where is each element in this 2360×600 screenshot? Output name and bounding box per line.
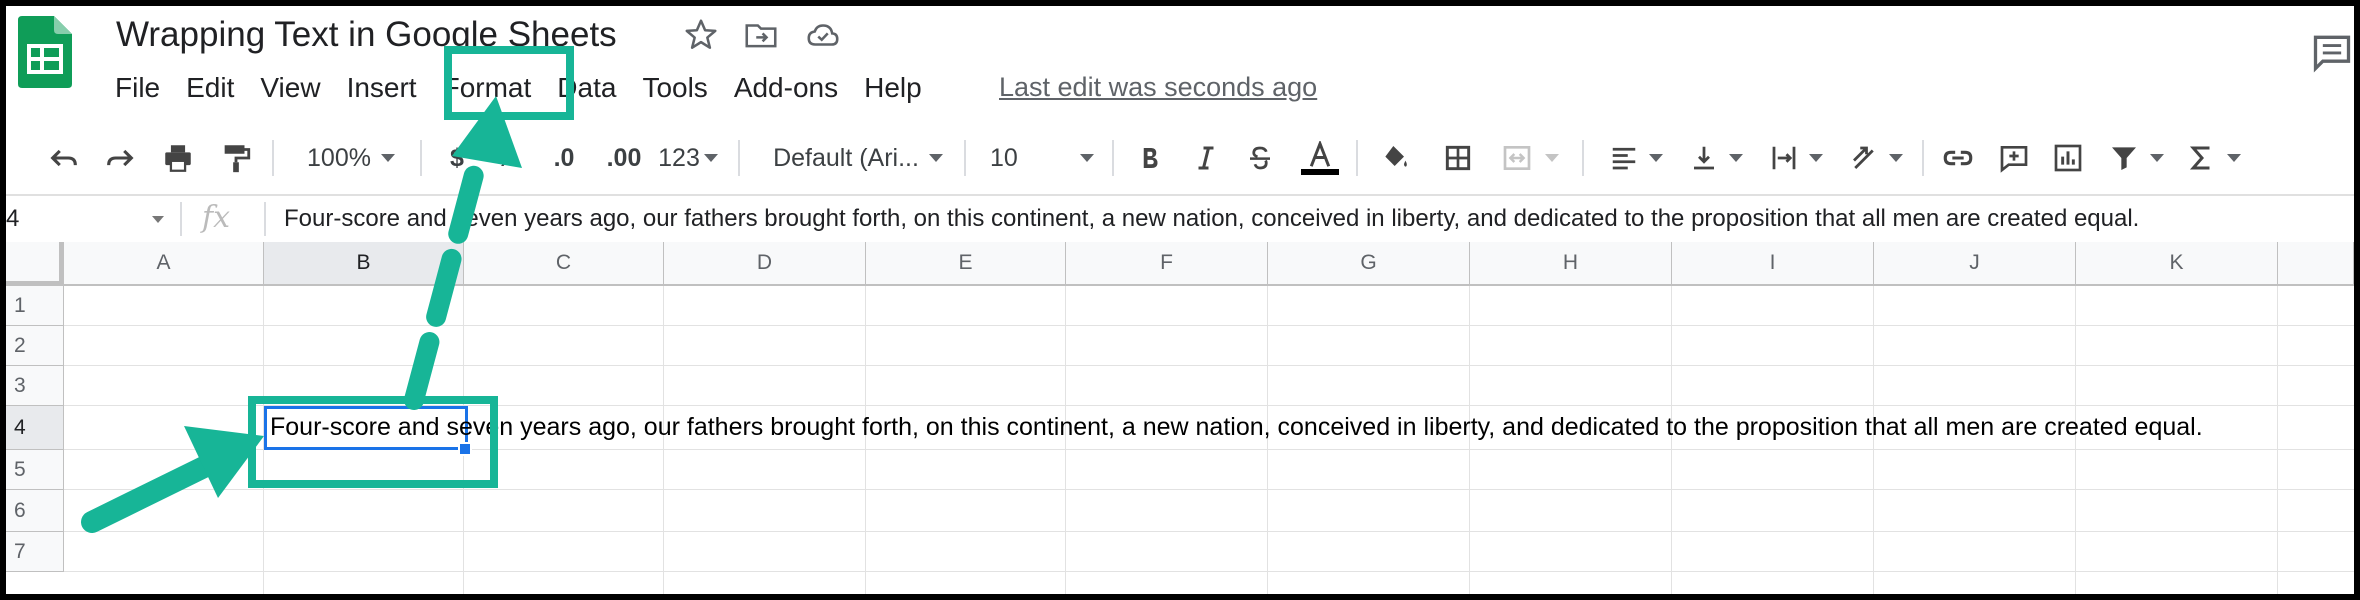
filter-icon[interactable]: [2104, 136, 2168, 180]
vertical-align-icon[interactable]: [1684, 136, 1748, 180]
column-header-d[interactable]: D: [664, 242, 866, 286]
chevron-down-icon: [2227, 154, 2241, 162]
chevron-down-icon: [928, 154, 943, 162]
column-header-e[interactable]: E: [866, 242, 1066, 286]
chevron-down-icon[interactable]: [152, 216, 164, 223]
column-header-c[interactable]: C: [464, 242, 664, 286]
select-all-corner[interactable]: [6, 242, 64, 286]
row-gridline: [64, 571, 2354, 572]
menu-help[interactable]: Help: [851, 68, 935, 108]
column-header-k[interactable]: K: [2076, 242, 2278, 286]
row-header-1[interactable]: 1: [6, 286, 64, 326]
insert-link-icon[interactable]: [1936, 136, 1980, 180]
sheets-logo-icon[interactable]: [18, 16, 72, 88]
decrease-decimal-button[interactable]: .0: [544, 136, 584, 180]
functions-icon[interactable]: [2182, 136, 2246, 180]
toolbar-divider: [964, 140, 966, 176]
column-header-f[interactable]: F: [1066, 242, 1268, 286]
chevron-down-icon: [1809, 154, 1823, 162]
row-header-7[interactable]: 7: [6, 532, 64, 572]
format-percent-button[interactable]: %: [492, 136, 524, 180]
row-header-5[interactable]: 5: [6, 450, 64, 490]
fx-icon: fx: [202, 200, 231, 235]
row-header-3[interactable]: 3: [6, 366, 64, 406]
column-gridline: [2277, 286, 2278, 594]
fill-color-icon[interactable]: [1374, 136, 1418, 180]
formula-bar: 4 fx Four-score and seven years ago, our…: [6, 194, 2354, 244]
bold-icon[interactable]: [1130, 136, 1170, 180]
formula-divider: [180, 202, 182, 236]
zoom-value: 100%: [307, 143, 371, 172]
column-header-a[interactable]: A: [64, 242, 264, 286]
text-wrapping-icon[interactable]: [1764, 136, 1828, 180]
row-gridline: [64, 365, 2354, 366]
insert-comment-icon[interactable]: [1992, 136, 2036, 180]
toolbar-divider: [1582, 140, 1584, 176]
move-to-folder-icon[interactable]: [742, 16, 780, 54]
increase-decimal-button[interactable]: .00: [600, 136, 648, 180]
format-currency-button[interactable]: $: [442, 136, 472, 180]
chevron-down-icon: [1889, 154, 1903, 162]
chevron-down-icon: [1649, 154, 1663, 162]
chevron-down-icon: [2150, 154, 2164, 162]
toolbar-divider: [1922, 140, 1924, 176]
menu-insert[interactable]: Insert: [334, 68, 430, 108]
merge-cells-icon: [1494, 136, 1564, 180]
name-box[interactable]: 4: [6, 202, 19, 236]
column-header-b[interactable]: B: [264, 242, 464, 286]
column-header-j[interactable]: J: [1874, 242, 2076, 286]
zoom-select[interactable]: 100%: [296, 136, 406, 180]
formula-input[interactable]: Four-score and seven years ago, our fath…: [284, 202, 2139, 236]
italic-icon[interactable]: [1186, 136, 1226, 180]
row-header-2[interactable]: 2: [6, 326, 64, 366]
text-color-icon[interactable]: [1298, 136, 1342, 180]
paint-format-icon[interactable]: [214, 136, 258, 180]
font-family-select[interactable]: Default (Ari...: [764, 136, 952, 180]
toolbar-divider: [738, 140, 740, 176]
menu-file[interactable]: File: [102, 68, 173, 108]
row-gridline: [64, 489, 2354, 490]
column-header-i[interactable]: I: [1672, 242, 1874, 286]
text-rotation-icon[interactable]: [1844, 136, 1908, 180]
star-icon[interactable]: [682, 16, 720, 54]
strikethrough-icon[interactable]: [1240, 136, 1280, 180]
row-header-4[interactable]: 4: [6, 406, 64, 450]
active-cell-highlight: [248, 396, 498, 488]
more-formats-select[interactable]: 123: [656, 136, 720, 180]
toolbar: 100% $ % .0 .00 123 Default (Ari... 10: [6, 122, 2354, 194]
toolbar-divider: [1356, 140, 1358, 176]
horizontal-align-icon[interactable]: [1604, 136, 1668, 180]
cell-b4-text: Four-score and seven years ago, our fath…: [270, 413, 2203, 441]
toolbar-divider: [1112, 140, 1114, 176]
formula-divider: [264, 202, 266, 236]
column-header-next[interactable]: [2278, 242, 2354, 286]
undo-icon[interactable]: [42, 136, 86, 180]
borders-icon[interactable]: [1436, 136, 1480, 180]
menu-add-ons[interactable]: Add-ons: [721, 68, 851, 108]
toolbar-divider: [272, 140, 274, 176]
chevron-down-icon: [703, 154, 718, 162]
column-header-g[interactable]: G: [1268, 242, 1470, 286]
row-header-6[interactable]: 6: [6, 490, 64, 532]
row-gridline: [64, 531, 2354, 532]
cloud-saved-icon[interactable]: [804, 16, 842, 54]
sheets-window: Wrapping Text in Google Sheets File Edit…: [6, 6, 2354, 594]
format-menu-highlight: [444, 46, 574, 120]
chevron-down-icon: [1080, 154, 1094, 162]
redo-icon[interactable]: [98, 136, 142, 180]
menu-edit[interactable]: Edit: [173, 68, 247, 108]
row-gridline: [64, 325, 2354, 326]
print-icon[interactable]: [156, 136, 200, 180]
comment-history-icon[interactable]: [2310, 30, 2354, 74]
chevron-down-icon: [380, 154, 395, 162]
chevron-down-icon: [1545, 154, 1559, 162]
menu-view[interactable]: View: [247, 68, 333, 108]
last-edit-link[interactable]: Last edit was seconds ago: [999, 68, 1317, 106]
menu-tools[interactable]: Tools: [629, 68, 720, 108]
column-header-h[interactable]: H: [1470, 242, 1672, 286]
chevron-down-icon: [1729, 154, 1743, 162]
font-size-select[interactable]: 10: [990, 136, 1094, 180]
insert-chart-icon[interactable]: [2046, 136, 2090, 180]
toolbar-divider: [420, 140, 422, 176]
